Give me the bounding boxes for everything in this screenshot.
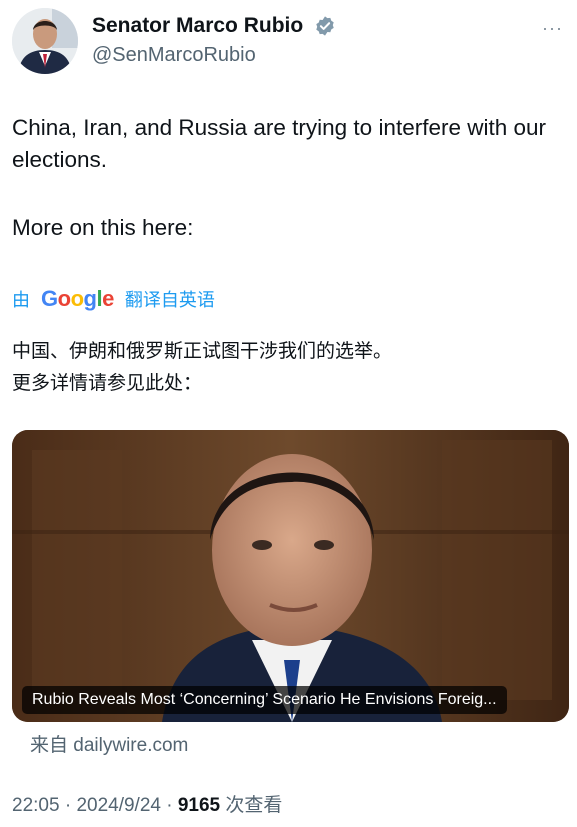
avatar[interactable] [12, 8, 78, 74]
translated-from-label: 翻译自英语 [124, 290, 215, 310]
more-options-icon[interactable]: ··· [542, 18, 563, 39]
tweet-time[interactable]: 22:05 [12, 795, 60, 816]
meta-separator: · [59, 795, 77, 816]
author-names: Senator Marco Rubio @SenMarcoRubio [92, 14, 336, 67]
views-count: 9165 [177, 795, 221, 816]
tweet-meta: 22:05 · 2024/9/24 · 9165 次查看 [12, 790, 282, 817]
translated-by-label: 由 [12, 290, 30, 310]
link-card[interactable]: Rubio Reveals Most ‘Concerning’ Scenario… [12, 430, 569, 722]
handle[interactable]: @SenMarcoRubio [92, 44, 336, 67]
translated-line-1: 中国、伊朗和俄罗斯正试图干涉我们的选举。 [12, 341, 393, 362]
card-image [12, 430, 569, 722]
tweet-text: China, Iran, and Russia are trying to in… [12, 112, 567, 244]
tweet-header: Senator Marco Rubio @SenMarcoRubio ··· [12, 6, 565, 76]
translated-line-2: 更多详情请参见此处： [12, 373, 203, 394]
verified-badge-icon [315, 16, 334, 36]
card-caption: Rubio Reveals Most ‘Concerning’ Scenario… [22, 686, 507, 714]
tweet-date[interactable]: 2024/9/24 [76, 795, 161, 816]
google-logo-letter: o [57, 286, 71, 311]
google-logo-letter: o [70, 286, 84, 311]
views-label: 次查看 [220, 795, 283, 816]
google-logo-letter: g [83, 286, 97, 311]
google-logo-letter: e [102, 286, 114, 311]
google-logo: Google [41, 286, 114, 312]
google-logo-letter: G [41, 286, 58, 311]
translation-attribution[interactable]: 由 Google 翻译自英语 [12, 286, 215, 312]
tweet-line-2: More on this here: [12, 215, 194, 240]
meta-separator: · [160, 795, 178, 816]
translated-text: 中国、伊朗和俄罗斯正试图干涉我们的选举。 更多详情请参见此处： [12, 336, 567, 400]
display-name[interactable]: Senator Marco Rubio [92, 14, 303, 38]
tweet-line-1: China, Iran, and Russia are trying to in… [12, 115, 547, 172]
card-source[interactable]: 来自 dailywire.com [30, 730, 188, 757]
